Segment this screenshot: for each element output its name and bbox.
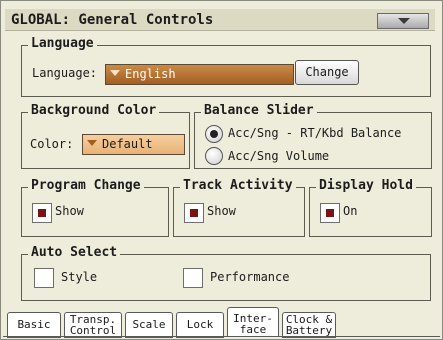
display-hold-checkbox[interactable] <box>320 203 340 223</box>
auto-select-style-checkbox[interactable] <box>34 268 54 288</box>
tab-scale-label: Scale <box>132 318 166 331</box>
color-dropdown[interactable]: Default <box>82 134 185 155</box>
radio-acc-sng-rt-kbd-label: Acc/Sng - RT/Kbd Balance <box>228 126 402 140</box>
tab-scale[interactable]: Scale <box>125 312 173 338</box>
radio-selected-dot <box>210 130 218 138</box>
page-menu-button[interactable] <box>377 13 429 29</box>
radio-acc-sng-volume[interactable] <box>205 147 223 165</box>
tab-clock-battery[interactable]: Clock & Battery <box>282 312 336 338</box>
dropdown-arrow-icon <box>110 70 120 76</box>
tab-interface[interactable]: Inter- face <box>227 307 279 337</box>
color-field-label: Color: <box>30 137 74 151</box>
auto-select-group: Auto Select Style Performance <box>21 245 431 301</box>
balance-slider-group: Balance Slider Acc/Sng - RT/Kbd Balance … <box>194 103 432 169</box>
track-activity-show-label: Show <box>207 204 236 218</box>
program-change-checkbox[interactable] <box>32 203 52 223</box>
tab-basic-label: Basic <box>17 318 51 331</box>
language-field-label: Language: <box>32 66 98 80</box>
auto-select-style-label: Style <box>61 270 98 284</box>
auto-select-performance-label: Performance <box>210 270 290 284</box>
track-activity-checkbox[interactable] <box>184 203 204 223</box>
program-change-group: Program Change Show <box>21 178 169 237</box>
tab-interface-label-line1: Inter- <box>233 312 273 325</box>
color-value: Default <box>102 137 153 151</box>
tab-lock[interactable]: Lock <box>176 312 224 338</box>
display-hold-group: Display Hold On <box>309 178 432 237</box>
tab-clock-label-line2: Battery <box>285 324 333 337</box>
title-bar: GLOBAL: General Controls <box>5 9 435 31</box>
program-change-group-label: Program Change <box>28 178 144 193</box>
track-activity-group: Track Activity Show <box>173 178 305 237</box>
check-mark <box>38 209 46 217</box>
display-hold-on-label: On <box>343 204 358 218</box>
track-activity-group-label: Track Activity <box>180 178 296 193</box>
check-mark <box>190 209 198 217</box>
tab-lock-label: Lock <box>186 318 214 331</box>
tab-transp-label-line2: Control <box>69 324 117 337</box>
language-value: English <box>125 67 176 81</box>
check-mark <box>326 209 334 217</box>
radio-acc-sng-volume-label: Acc/Sng Volume <box>228 149 330 163</box>
program-change-show-label: Show <box>55 204 84 218</box>
chevron-down-icon <box>398 18 410 24</box>
tab-interface-label-line2: face <box>239 323 267 336</box>
language-group-label: Language <box>28 36 97 51</box>
balance-slider-group-label: Balance Slider <box>201 103 317 118</box>
background-color-group-label: Background Color <box>28 103 160 118</box>
display-hold-group-label: Display Hold <box>316 178 416 193</box>
tab-transp-control[interactable]: Transp. Control <box>64 312 122 338</box>
dropdown-arrow-icon <box>87 140 97 146</box>
window-frame: GLOBAL: General Controls Language Langua… <box>0 0 443 340</box>
language-group: Language Language: English Change <box>21 36 431 97</box>
change-language-button[interactable]: Change <box>295 60 359 85</box>
background-color-group: Background Color Color: Default <box>21 103 190 169</box>
tab-baseline <box>3 336 440 337</box>
radio-acc-sng-rt-kbd[interactable] <box>205 125 223 143</box>
page-title: GLOBAL: General Controls <box>11 12 214 28</box>
change-button-label: Change <box>305 65 349 79</box>
auto-select-performance-checkbox[interactable] <box>183 268 203 288</box>
tab-basic[interactable]: Basic <box>7 312 61 338</box>
auto-select-group-label: Auto Select <box>28 245 121 260</box>
language-dropdown[interactable]: English <box>105 64 294 85</box>
